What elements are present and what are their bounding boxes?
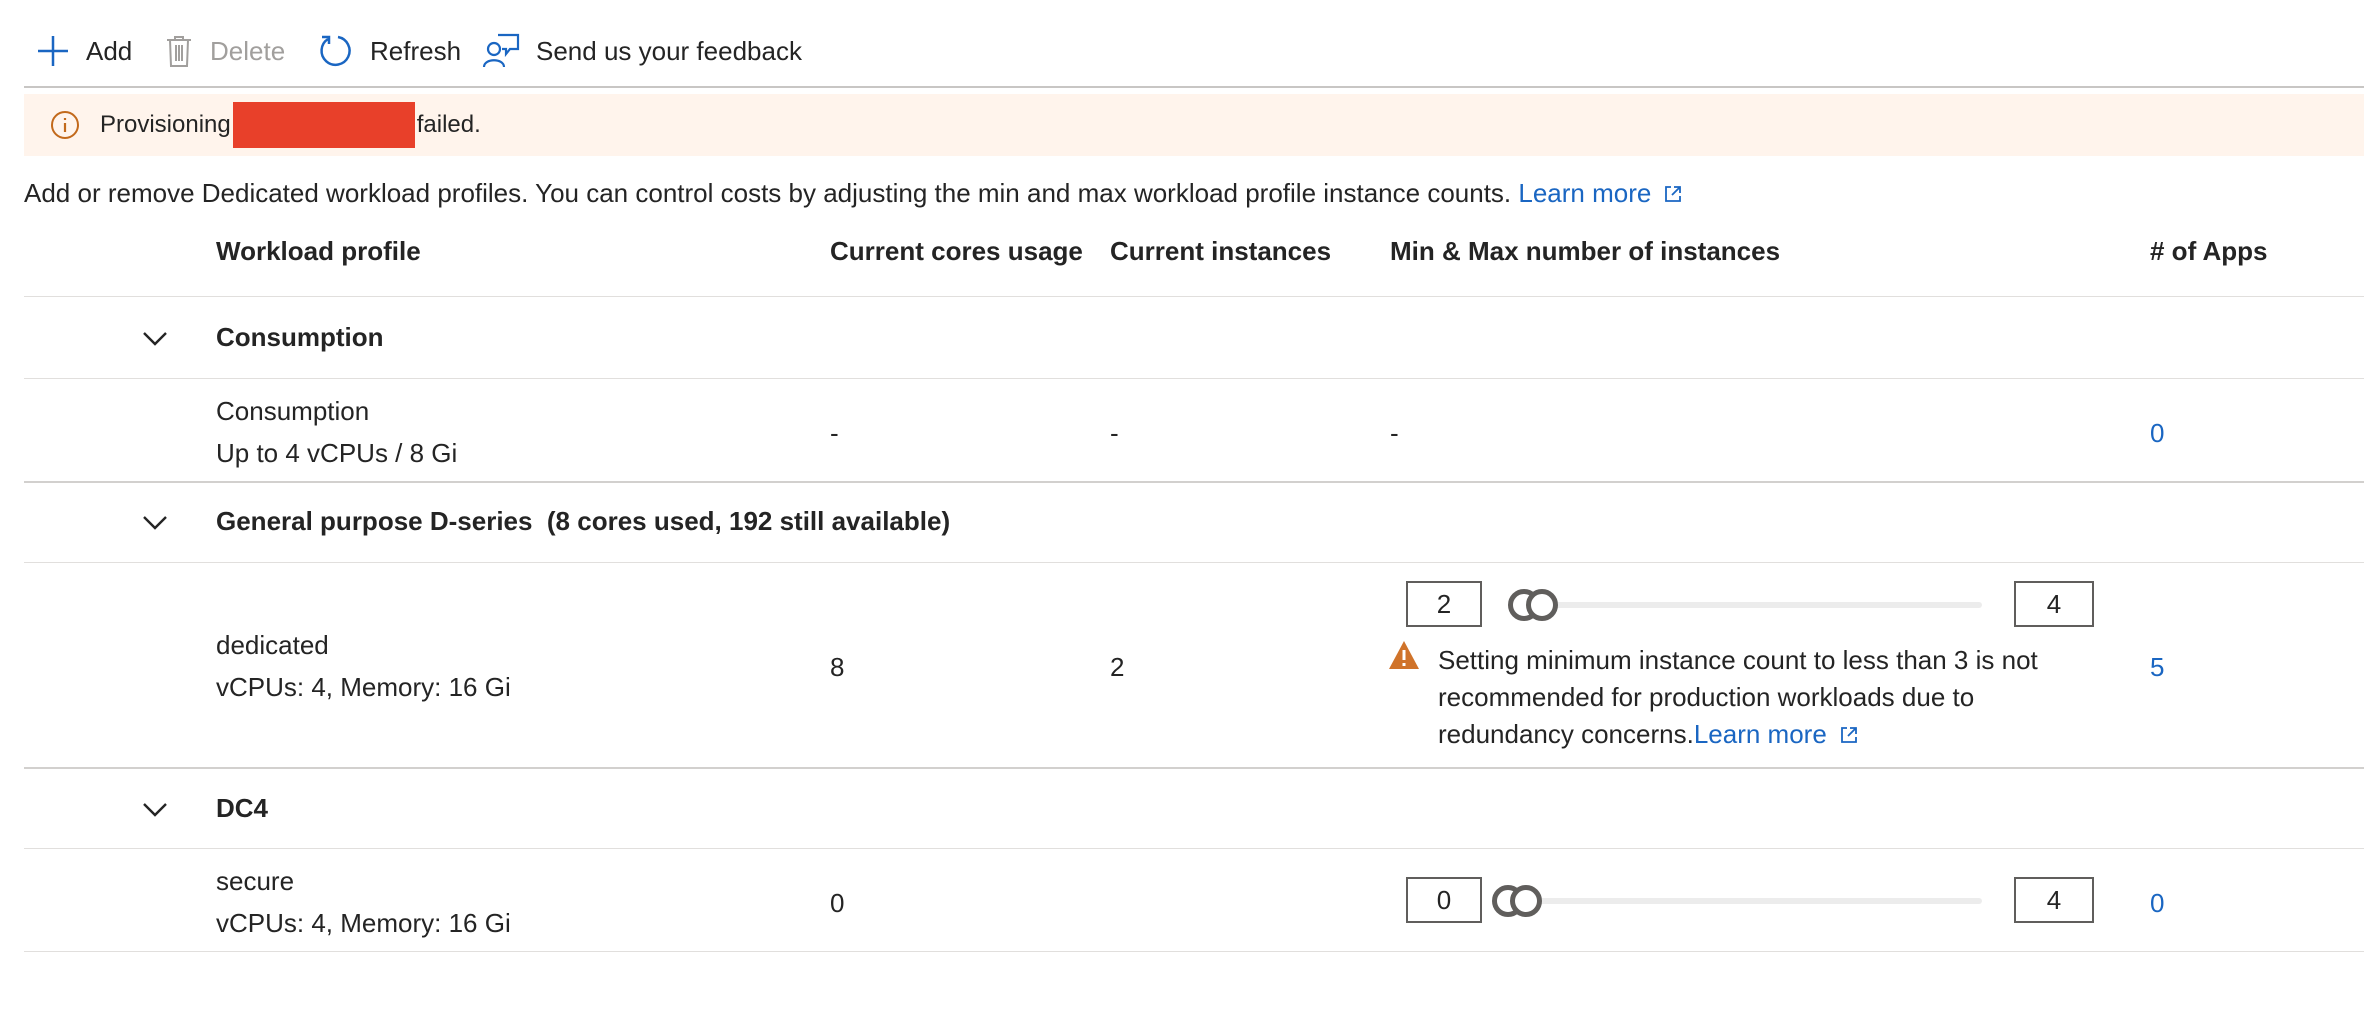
feedback-button[interactable]: Send us your feedback <box>482 26 802 76</box>
header-cores-usage[interactable]: Current cores usage <box>830 236 1083 267</box>
app-count-link[interactable]: 0 <box>2150 418 2164 449</box>
instance-range-slider[interactable] <box>1508 589 1982 621</box>
table-row-name: Consumption Up to 4 vCPUs / 8 Gi <box>216 390 457 474</box>
table-row-name: dedicated vCPUs: 4, Memory: 16 Gi <box>216 624 511 708</box>
header-divider <box>24 296 2364 297</box>
external-link-icon <box>1840 727 1857 743</box>
header-current-instances[interactable]: Current instances <box>1110 236 1331 267</box>
max-instances-input[interactable] <box>2014 581 2094 627</box>
cores-usage-cell: 8 <box>830 652 845 682</box>
header-min-max-instances[interactable]: Min & Max number of instances <box>1390 236 1780 267</box>
header-app-count[interactable]: # of Apps <box>2150 236 2267 267</box>
chevron-down-icon[interactable] <box>142 796 168 822</box>
feedback-label: Send us your feedback <box>536 35 802 66</box>
row-divider <box>24 562 2364 563</box>
slider-max-thumb[interactable] <box>1510 885 1542 917</box>
cores-usage-cell: 0 <box>830 888 845 918</box>
info-icon <box>51 111 79 139</box>
min-instances-input[interactable] <box>1406 877 1482 923</box>
row-divider <box>24 378 2364 379</box>
plus-icon <box>38 36 68 66</box>
row-divider <box>24 848 2364 849</box>
profile-spec: vCPUs: 4, Memory: 16 Gi <box>216 908 511 938</box>
instances-cell: - <box>1110 418 1119 448</box>
group-divider <box>24 481 2364 483</box>
instance-range-slider[interactable] <box>1492 885 1982 917</box>
feedback-icon <box>482 33 520 68</box>
table-row-name: secure vCPUs: 4, Memory: 16 Gi <box>216 860 511 944</box>
table-bottom-divider <box>24 951 2364 952</box>
delete-label: Delete <box>210 35 286 66</box>
provisioning-error-banner: Provisioning failed. <box>24 94 2364 156</box>
description-text: Add or remove Dedicated workload profile… <box>24 178 1512 208</box>
description: Add or remove Dedicated workload profile… <box>24 178 1683 209</box>
group-divider <box>24 767 2364 769</box>
refresh-button[interactable]: Refresh <box>318 26 461 76</box>
min-instance-warning: Setting minimum instance count to less t… <box>1438 642 2078 753</box>
app-count-link[interactable]: 5 <box>2150 652 2164 683</box>
banner-prefix: Provisioning <box>100 111 231 138</box>
refresh-icon <box>320 35 351 66</box>
profile-name: Consumption <box>216 396 370 426</box>
min-max-cell: - <box>1390 418 1399 448</box>
cores-usage-cell: - <box>830 418 839 448</box>
profile-name: dedicated <box>216 630 329 660</box>
group-header-consumption: Consumption <box>216 322 384 352</box>
chevron-down-icon[interactable] <box>142 509 168 535</box>
chevron-down-icon[interactable] <box>142 325 168 351</box>
trash-icon <box>167 36 191 67</box>
add-label: Add <box>86 35 133 66</box>
warning-learn-more-link[interactable]: Learn more <box>1694 719 1859 749</box>
learn-more-link[interactable]: Learn more <box>1518 178 1683 208</box>
slider-max-thumb[interactable] <box>1526 589 1558 621</box>
profile-spec: vCPUs: 4, Memory: 16 Gi <box>216 672 511 702</box>
external-link-icon <box>1665 186 1682 202</box>
warning-icon <box>1389 641 1419 669</box>
banner-suffix: failed. <box>416 111 481 138</box>
toolbar-divider <box>24 86 2364 88</box>
min-instances-input[interactable] <box>1406 581 1482 627</box>
max-instances-input[interactable] <box>2014 877 2094 923</box>
redacted-name <box>232 102 415 148</box>
instances-cell: 2 <box>1110 652 1125 682</box>
app-count-link[interactable]: 0 <box>2150 888 2164 919</box>
refresh-label: Refresh <box>370 35 462 66</box>
header-workload-profile[interactable]: Workload profile <box>216 236 421 267</box>
profile-spec: Up to 4 vCPUs / 8 Gi <box>216 438 458 468</box>
group-header-general-purpose: General purpose D-series (8 cores used, … <box>216 506 951 536</box>
profile-name: secure <box>216 866 295 896</box>
group-header-dc4: DC4 <box>216 793 269 823</box>
add-button[interactable]: Add <box>36 26 132 76</box>
delete-button[interactable]: Delete <box>164 26 285 76</box>
